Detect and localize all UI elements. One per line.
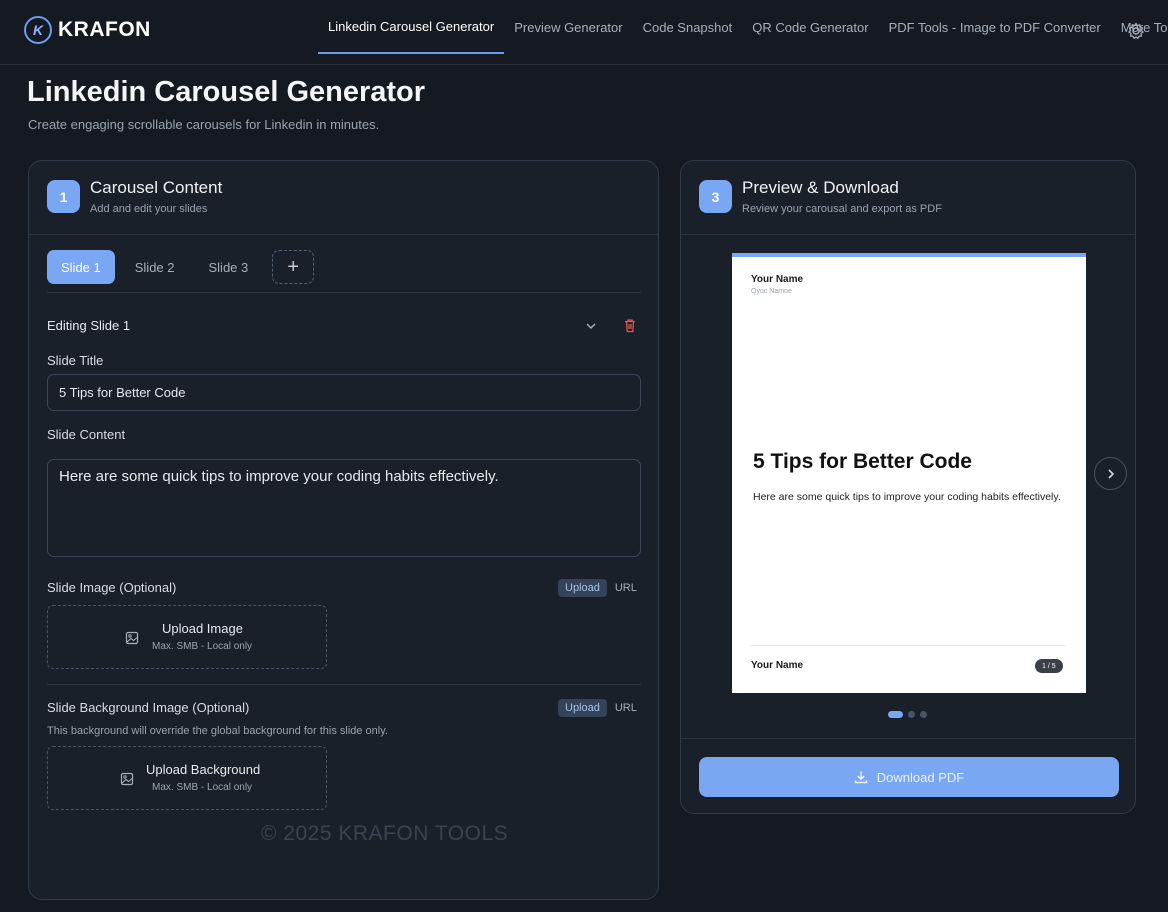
slide-content-label: Slide Content xyxy=(47,427,126,442)
chevron-down-icon[interactable] xyxy=(584,319,598,333)
copyright-watermark: © 2025 KRAFON TOOLS xyxy=(261,822,509,845)
page-subtitle: Create engaging scrollable carousels for… xyxy=(28,117,380,132)
url-option[interactable]: URL xyxy=(615,582,637,594)
nav-item-pdf-tools[interactable]: PDF Tools - Image to PDF Converter xyxy=(879,0,1111,54)
nav-item-linkedin-carousel[interactable]: Linkedin Carousel Generator xyxy=(318,0,505,54)
gear-icon[interactable] xyxy=(1126,21,1146,41)
download-pdf-button[interactable]: Download PDF xyxy=(699,757,1119,797)
upload-option[interactable]: Upload xyxy=(558,699,607,717)
tab-slide-1[interactable]: Slide 1 xyxy=(47,250,115,284)
brand-logo[interactable]: K KRAFON xyxy=(24,16,151,44)
preview-footer-divider xyxy=(751,645,1065,646)
slide-image-label: Slide Image (Optional) xyxy=(47,580,177,595)
panel-subtitle: Review your carousal and export as PDF xyxy=(742,203,942,215)
image-icon xyxy=(125,631,139,645)
nav-item-qr-code-generator[interactable]: QR Code Generator xyxy=(742,0,878,54)
slide-tabs: Slide 1 Slide 2 Slide 3 + xyxy=(47,250,315,284)
pagination-dot[interactable] xyxy=(888,711,903,718)
download-icon xyxy=(854,771,868,784)
add-slide-button[interactable]: + xyxy=(272,250,315,284)
upload-background-title: Upload Background xyxy=(146,762,261,777)
image-source-toggle: Upload URL xyxy=(558,579,637,597)
background-source-toggle: Upload URL xyxy=(558,699,637,717)
divider xyxy=(681,738,1135,739)
upload-option[interactable]: Upload xyxy=(558,579,607,597)
panel-title: Preview & Download xyxy=(742,178,899,197)
editing-slide-label: Editing Slide 1 xyxy=(47,318,131,333)
carousel-content-panel: 1 Carousel Content Add and edit your sli… xyxy=(28,160,659,900)
chevron-right-icon xyxy=(1107,468,1114,479)
panel-header: 3 Preview & Download Review your carousa… xyxy=(681,161,1135,235)
panel-header: 1 Carousel Content Add and edit your sli… xyxy=(29,161,658,235)
carousel-pagination-dots xyxy=(888,711,927,718)
preview-download-panel: 3 Preview & Download Review your carousa… xyxy=(680,160,1136,814)
main-nav: Linkedin Carousel Generator Preview Gene… xyxy=(318,0,1168,65)
upload-image-hint: Max. SMB - Local only xyxy=(152,641,253,652)
slide-content-textarea[interactable]: Here are some quick tips to improve your… xyxy=(47,459,641,557)
download-pdf-label: Download PDF xyxy=(876,769,965,785)
logo-mark-icon: K xyxy=(24,16,52,44)
slide-preview-card: Your Name Qyoc Namoe 5 Tips for Better C… xyxy=(732,253,1086,693)
preview-author-handle: Qyoc Namoe xyxy=(751,288,792,295)
url-option[interactable]: URL xyxy=(615,702,637,714)
plus-icon: + xyxy=(287,255,300,278)
nav-item-code-snapshot[interactable]: Code Snapshot xyxy=(633,0,743,54)
preview-footer-name: Your Name xyxy=(751,660,804,671)
divider xyxy=(47,684,641,685)
nav-item-preview-generator[interactable]: Preview Generator xyxy=(504,0,632,54)
upload-image-title: Upload Image xyxy=(162,621,243,636)
panel-title: Carousel Content xyxy=(90,178,223,197)
next-slide-button[interactable] xyxy=(1094,457,1127,490)
upload-background-hint: Max. SMB - Local only xyxy=(152,782,253,793)
preview-author-name: Your Name xyxy=(751,274,804,285)
upload-image-dropzone[interactable]: Upload Image Max. SMB - Local only xyxy=(47,605,327,669)
pagination-dot[interactable] xyxy=(920,711,927,718)
panel-subtitle: Add and edit your slides xyxy=(90,203,208,215)
page-indicator-badge: 1 / 5 xyxy=(1035,659,1063,673)
preview-slide-title: 5 Tips for Better Code xyxy=(753,450,972,473)
background-note: This background will override the global… xyxy=(47,725,388,737)
image-icon xyxy=(120,772,134,786)
page-title: Linkedin Carousel Generator xyxy=(27,76,426,108)
trash-icon[interactable] xyxy=(623,318,637,333)
tab-slide-2[interactable]: Slide 2 xyxy=(121,250,189,284)
step-badge: 3 xyxy=(699,180,732,213)
slide-title-input[interactable] xyxy=(47,374,641,411)
upload-background-dropzone[interactable]: Upload Background Max. SMB - Local only xyxy=(47,746,327,810)
top-navigation-bar: K KRAFON Linkedin Carousel Generator Pre… xyxy=(0,0,1168,65)
brand-name: KRAFON xyxy=(58,18,151,41)
slide-title-label: Slide Title xyxy=(47,353,104,368)
pagination-dot[interactable] xyxy=(908,711,915,718)
divider xyxy=(47,292,641,293)
tab-slide-3[interactable]: Slide 3 xyxy=(195,250,263,284)
preview-slide-body: Here are some quick tips to improve your… xyxy=(753,491,1061,503)
slide-background-label: Slide Background Image (Optional) xyxy=(47,700,250,715)
step-badge: 1 xyxy=(47,180,80,213)
